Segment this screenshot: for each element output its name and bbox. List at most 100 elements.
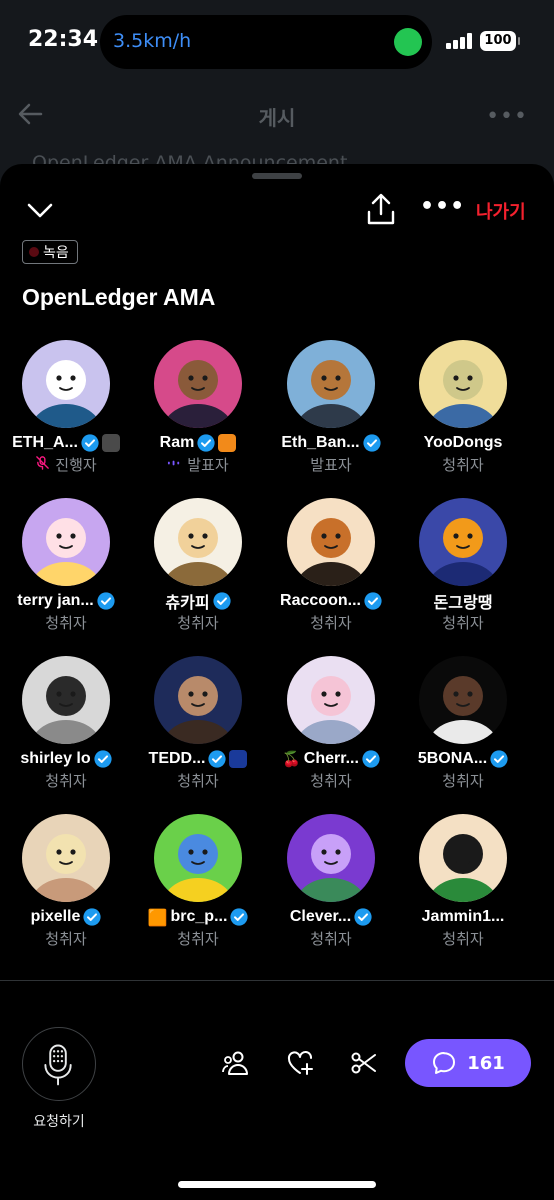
- pixel-robot-avatar-icon[interactable]: [287, 814, 375, 902]
- battery-icon: 100: [480, 31, 520, 51]
- participant-name: pixelle: [30, 908, 81, 925]
- participant-role: 청취자: [442, 929, 484, 948]
- anime-girl-avatar-icon[interactable]: [287, 656, 375, 744]
- participant-role-row: 청취자: [265, 612, 397, 632]
- orange-blob-avatar-icon[interactable]: [419, 498, 507, 586]
- participant-name-row: YooDongs: [397, 432, 529, 454]
- participant-card[interactable]: Ram 발표자: [132, 338, 264, 478]
- participant-card[interactable]: 돈그랑땡 청취자: [397, 496, 529, 636]
- participant-role: 청취자: [310, 771, 352, 790]
- home-indicator[interactable]: [178, 1181, 376, 1188]
- blonde-woman-avatar-icon[interactable]: [22, 814, 110, 902]
- participant-name: ETH_A...: [12, 434, 78, 451]
- participant-name: Jammin1...: [421, 908, 505, 925]
- participant-role-row: 청취자: [397, 612, 529, 632]
- verified-badge-icon: [230, 908, 249, 926]
- affiliate-badge-icon: [218, 434, 237, 452]
- dark-mask-avatar-icon[interactable]: [419, 656, 507, 744]
- dynamic-island[interactable]: 3.5km/h: [100, 15, 432, 69]
- participant-role-row: 발표자: [265, 454, 397, 474]
- participant-role-row: 청취자: [0, 770, 132, 790]
- heart-plus-icon[interactable]: [286, 1049, 314, 1077]
- penguin-scarf-avatar-icon[interactable]: [419, 814, 507, 902]
- participant-card[interactable]: 🍒 Cherr... 청취자: [265, 654, 397, 794]
- comment-count: 161: [467, 1052, 505, 1074]
- participant-role: 진행자: [55, 455, 97, 474]
- participant-name-row: ETH_A...: [0, 432, 132, 454]
- sunglasses-kid-avatar-icon[interactable]: [154, 814, 242, 902]
- participant-card[interactable]: 츄카피 청취자: [132, 496, 264, 636]
- verified-badge-icon: [212, 592, 231, 610]
- participant-card[interactable]: YooDongs 청취자: [397, 338, 529, 478]
- yoodongs-nft-avatar-icon[interactable]: [419, 340, 507, 428]
- verified-badge-icon: [94, 750, 112, 768]
- verified-badge-icon: [81, 434, 99, 452]
- participant-name-row: 🍒 Cherr...: [265, 748, 397, 770]
- group-photo-avatar-icon[interactable]: [154, 656, 242, 744]
- participant-name-row: pixelle: [0, 906, 132, 928]
- leave-button[interactable]: 나가기: [476, 198, 526, 224]
- participant-role: 청취자: [177, 613, 219, 632]
- participant-role-row: 청취자: [132, 928, 264, 948]
- participant-role-row: 청취자: [397, 770, 529, 790]
- verified-badge-icon: [83, 908, 102, 926]
- participant-role-row: 청취자: [397, 454, 529, 474]
- man-portrait-avatar-icon[interactable]: [154, 340, 242, 428]
- participant-role: 청취자: [442, 613, 484, 632]
- penguin-avatar-icon[interactable]: [22, 340, 110, 428]
- mic-off-icon: [35, 455, 50, 474]
- participant-name-row: 돈그랑땡: [397, 590, 529, 612]
- people-icon[interactable]: [222, 1049, 250, 1077]
- participant-card[interactable]: ETH_A... 진행자: [0, 338, 132, 478]
- woman-photo-avatar-icon[interactable]: [22, 656, 110, 744]
- record-dot-icon: [29, 247, 39, 257]
- more-icon[interactable]: •••: [486, 104, 528, 129]
- participant-card[interactable]: 5BONA... 청취자: [397, 654, 529, 794]
- participant-card[interactable]: Eth_Ban... 발표자: [265, 338, 397, 478]
- participant-name-row: Ram: [132, 432, 264, 454]
- participant-role-row: 청취자: [265, 770, 397, 790]
- participant-name-row: 🟧 brc_p...: [132, 906, 264, 928]
- request-mic-button[interactable]: [22, 1027, 96, 1101]
- affiliate-badge-icon: [101, 434, 120, 452]
- cherry-emoji: 🍒: [282, 750, 301, 768]
- participant-card[interactable]: pixelle 청취자: [0, 812, 132, 952]
- comments-button[interactable]: 161: [405, 1039, 531, 1087]
- verified-badge-icon: [97, 592, 115, 610]
- participant-role-row: 진행자: [0, 454, 132, 474]
- share-icon[interactable]: [366, 192, 396, 226]
- chevron-down-icon[interactable]: [24, 196, 56, 224]
- more-options-icon[interactable]: •••: [420, 196, 464, 224]
- participant-role: 발표자: [310, 455, 352, 474]
- participant-role: 발표자: [187, 455, 229, 474]
- status-bar: 22:34 3.5km/h 100: [0, 0, 554, 86]
- participant-card[interactable]: TEDD... 청취자: [132, 654, 264, 794]
- participant-role: 청취자: [442, 771, 484, 790]
- participant-role: 청취자: [45, 613, 87, 632]
- participant-card[interactable]: Clever... 청취자: [265, 812, 397, 952]
- participant-name-row: 츄카피: [132, 590, 264, 612]
- participant-name: Cherr...: [303, 750, 359, 767]
- participant-role: 청취자: [310, 929, 352, 948]
- participant-name-row: 5BONA...: [397, 748, 529, 770]
- scissors-icon[interactable]: [350, 1049, 378, 1077]
- participant-name: 돈그랑땡: [433, 595, 493, 612]
- powerpuff-girl-avatar-icon[interactable]: [154, 498, 242, 586]
- verified-badge-icon: [364, 592, 382, 610]
- sound-wave-icon: [167, 455, 182, 474]
- participant-role-row: 청취자: [0, 612, 132, 632]
- participant-name: shirley lo: [20, 750, 91, 767]
- participant-role: 청취자: [310, 613, 352, 632]
- participant-card[interactable]: 🟧 brc_p... 청취자: [132, 812, 264, 952]
- participant-card[interactable]: terry jan... 청취자: [0, 496, 132, 636]
- cartoon-boy-avatar-icon[interactable]: [22, 498, 110, 586]
- participant-name-row: Raccoon...: [265, 590, 397, 612]
- bear-king-avatar-icon[interactable]: [287, 340, 375, 428]
- raccoon-avatar-icon[interactable]: [287, 498, 375, 586]
- participant-card[interactable]: Jammin1... 청취자: [397, 812, 529, 952]
- participant-name: 츄카피: [165, 595, 210, 612]
- sheet-grabber[interactable]: [252, 173, 302, 179]
- participant-card[interactable]: Raccoon... 청취자: [265, 496, 397, 636]
- verified-badge-icon: [490, 750, 508, 768]
- participant-card[interactable]: shirley lo 청취자: [0, 654, 132, 794]
